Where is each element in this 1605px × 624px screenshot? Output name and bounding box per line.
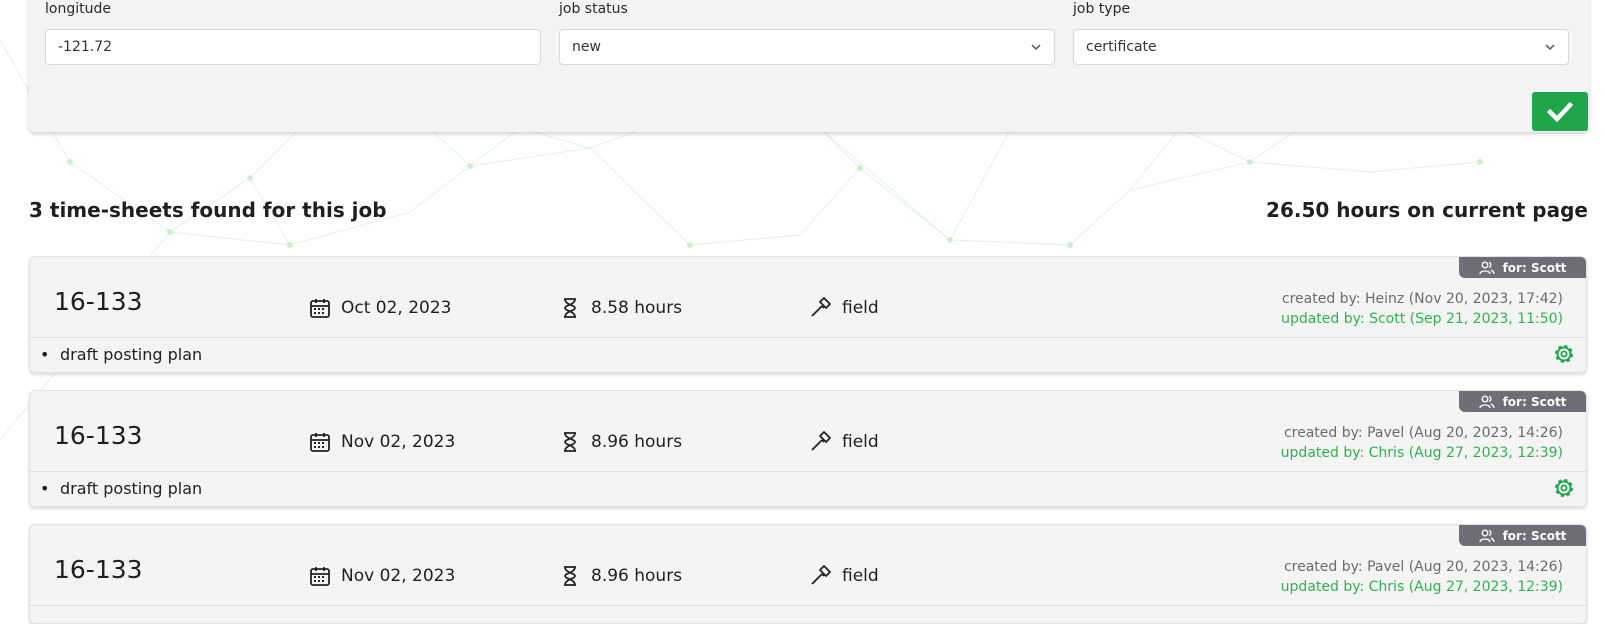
assignee-badge-label: for: Scott [1502, 528, 1567, 543]
timesheets-found-heading: 3 time-sheets found for this job [29, 198, 387, 222]
timesheet-card[interactable]: 16-133 Nov 02, 2023 8.96 hours field for… [29, 390, 1587, 507]
timesheet-hours: 8.58 hours [591, 298, 683, 318]
users-icon [1478, 261, 1495, 274]
longitude-value: -121.72 [58, 39, 113, 55]
longitude-label: longitude [45, 1, 111, 17]
card-divider [30, 605, 1586, 606]
job-type-value: certificate [1086, 39, 1157, 55]
calendar-icon [310, 299, 330, 318]
audit-info: created by: Pavel (Aug 20, 2023, 14:26) … [1281, 557, 1563, 597]
chevron-down-icon [1031, 44, 1041, 51]
work-type: field [842, 298, 879, 318]
timesheet-note: • draft posting plan [40, 479, 203, 498]
note-text: draft posting plan [60, 479, 203, 498]
updated-by: updated by: Scott (Sep 21, 2023, 11:50) [1281, 311, 1563, 327]
hammer-icon [811, 565, 831, 585]
timesheet-hours: 8.96 hours [591, 432, 683, 452]
hourglass-icon [564, 566, 576, 586]
created-by: created by: Heinz (Nov 20, 2023, 17:42) [1281, 291, 1563, 307]
gear-icon[interactable] [1552, 476, 1576, 500]
assignee-badge-label: for: Scott [1502, 260, 1567, 275]
note-text: draft posting plan [60, 345, 203, 364]
timesheet-card[interactable]: 16-133 Oct 02, 2023 8.58 hours field for… [29, 256, 1587, 373]
hourglass-icon [564, 432, 576, 452]
calendar-icon [310, 567, 330, 586]
audit-info: created by: Heinz (Nov 20, 2023, 17:42) … [1281, 289, 1563, 329]
job-type-label: job type [1073, 1, 1131, 17]
job-number: 16-133 [54, 555, 143, 584]
longitude-input[interactable]: -121.72 [45, 29, 541, 65]
audit-info: created by: Pavel (Aug 20, 2023, 14:26) … [1281, 423, 1563, 463]
job-status-label: job status [559, 1, 628, 17]
hours-total-heading: 26.50 hours on current page [1266, 198, 1588, 222]
calendar-icon [310, 433, 330, 452]
timesheet-date: Oct 02, 2023 [341, 298, 452, 318]
check-icon [1547, 101, 1573, 122]
timesheet-card[interactable]: 16-133 Nov 02, 2023 8.96 hours field for… [29, 524, 1587, 624]
job-type-select[interactable]: certificate [1073, 29, 1569, 65]
job-number: 16-133 [54, 287, 143, 316]
work-type: field [842, 432, 879, 452]
work-type: field [842, 566, 879, 586]
created-by: created by: Pavel (Aug 20, 2023, 14:26) [1283, 425, 1563, 441]
updated-by: updated by: Chris (Aug 27, 2023, 12:39) [1280, 445, 1563, 461]
updated-by: updated by: Chris (Aug 27, 2023, 12:39) [1280, 579, 1563, 595]
users-icon [1478, 395, 1495, 408]
timesheet-note: • draft posting plan [40, 345, 203, 364]
timesheet-date: Nov 02, 2023 [341, 432, 456, 452]
hourglass-icon [564, 298, 576, 318]
job-status-value: new [572, 39, 601, 55]
assignee-badge: for: Scott [1459, 257, 1586, 278]
gear-icon[interactable] [1552, 342, 1576, 366]
timesheet-date: Nov 02, 2023 [341, 566, 456, 586]
assignee-badge: for: Scott [1459, 525, 1586, 546]
hammer-icon [811, 297, 831, 317]
job-number: 16-133 [54, 421, 143, 450]
users-icon [1478, 529, 1495, 542]
created-by: created by: Pavel (Aug 20, 2023, 14:26) [1283, 559, 1563, 575]
job-status-select[interactable]: new [559, 29, 1055, 65]
card-divider [30, 337, 1586, 338]
card-divider [30, 471, 1586, 472]
timesheet-hours: 8.96 hours [591, 566, 683, 586]
filter-panel: longitude -121.72 job status new job typ… [29, 0, 1589, 132]
chevron-down-icon [1545, 44, 1555, 51]
assignee-badge: for: Scott [1459, 391, 1586, 412]
assignee-badge-label: for: Scott [1502, 394, 1567, 409]
hammer-icon [811, 431, 831, 451]
apply-filters-button[interactable] [1532, 92, 1588, 131]
